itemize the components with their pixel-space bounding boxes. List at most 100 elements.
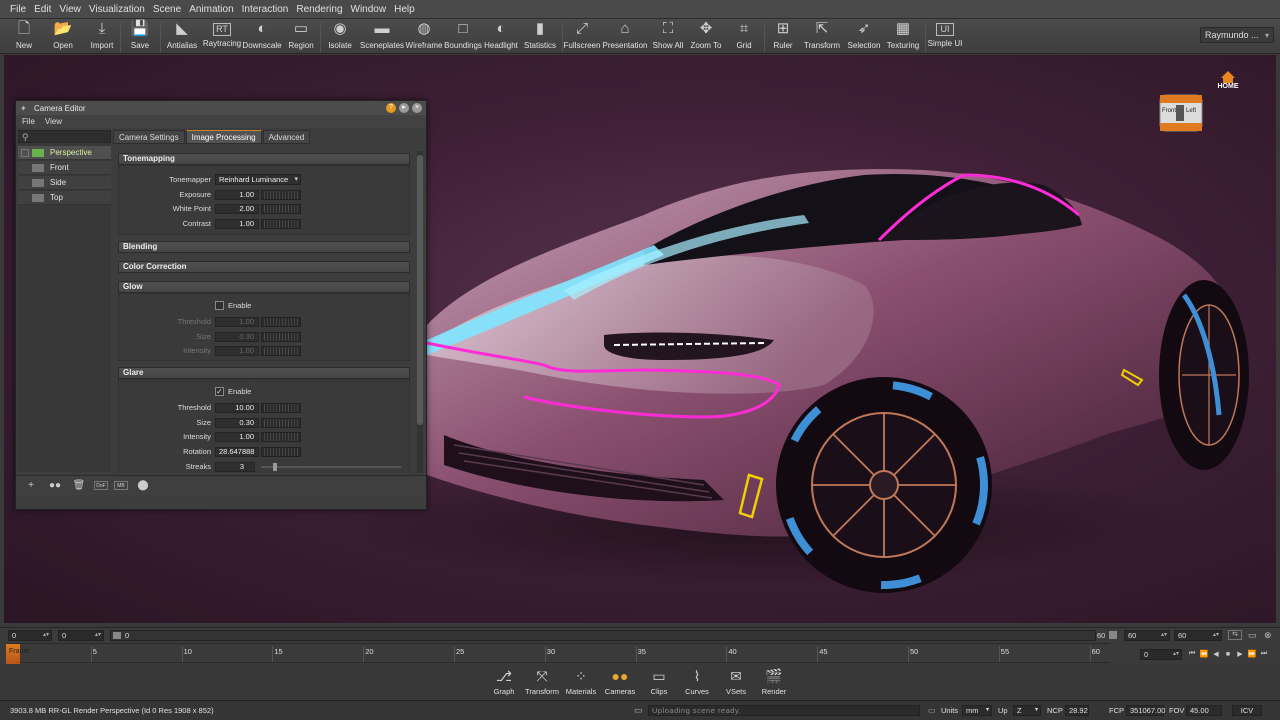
section-tonemapping[interactable]: Tonemapping bbox=[118, 153, 410, 165]
exposure-slider[interactable] bbox=[261, 190, 301, 200]
glare-threshold-field[interactable]: 10.00 bbox=[215, 403, 259, 413]
timeline-expand-icon[interactable]: ▭ bbox=[1248, 630, 1260, 640]
step-back-icon[interactable]: ⏪ bbox=[1198, 650, 1210, 658]
delete-icon[interactable]: 🗑 bbox=[70, 479, 88, 493]
step-forward-icon[interactable]: ⏩ bbox=[1246, 650, 1258, 658]
toolbar-downscale-button[interactable]: ◐ Downscale bbox=[240, 20, 284, 53]
camera-item-side[interactable]: Side bbox=[18, 176, 111, 190]
toolbar-texturing-button[interactable]: ▦ Texturing bbox=[881, 20, 925, 53]
menu-window[interactable]: Window bbox=[347, 0, 391, 19]
end-frame-spinner-a[interactable]: 60 ▴▾ bbox=[1124, 630, 1170, 641]
toolbar-grid-button[interactable]: ⌗ Grid bbox=[722, 20, 766, 53]
icv-button[interactable]: ICV bbox=[1232, 705, 1262, 716]
menu-file[interactable]: File bbox=[6, 0, 30, 19]
toolbar-statistics-button[interactable]: ▮ Statistics bbox=[518, 20, 562, 53]
home-view-button[interactable]: HOME bbox=[1214, 71, 1242, 91]
timeline-range-slider[interactable]: 0 bbox=[110, 630, 1096, 641]
menu-help[interactable]: Help bbox=[390, 0, 419, 19]
start-frame-spinner[interactable]: 0 ▴▾ bbox=[8, 630, 52, 641]
toolbar-ruler-button[interactable]: ⊞ Ruler bbox=[761, 20, 805, 53]
glare-rotation-slider[interactable] bbox=[261, 447, 301, 457]
current-frame-spinner[interactable]: 0 ▴▾ bbox=[58, 630, 104, 641]
toolbar-new-button[interactable]: 🗋 New bbox=[2, 20, 46, 53]
glow-threshold-slider[interactable] bbox=[261, 317, 301, 327]
toolbar-antialias-button[interactable]: ◣ Antialias bbox=[160, 20, 204, 53]
skip-start-icon[interactable]: ⏮ bbox=[1186, 650, 1198, 658]
contrast-slider[interactable] bbox=[261, 219, 301, 229]
toolbar-headlight-button[interactable]: ◐ Headlight bbox=[479, 20, 523, 53]
module-materials[interactable]: ⁘ Materials bbox=[561, 667, 601, 696]
module-curves[interactable]: ⌇ Curves bbox=[677, 667, 717, 696]
toolbar-simple-ui-button[interactable]: UI Simple UI bbox=[923, 20, 967, 53]
glare-streaks-handle[interactable] bbox=[273, 463, 277, 471]
playhead-frame-spinner[interactable]: 0 ▴▾ bbox=[1140, 648, 1182, 660]
camera-item-front[interactable]: Front bbox=[18, 161, 111, 175]
whitepoint-field[interactable]: 2.00 bbox=[215, 204, 259, 214]
camera-editor-titlebar[interactable]: ✦ Camera Editor ? ▸ × bbox=[16, 101, 426, 115]
menu-rendering[interactable]: Rendering bbox=[292, 0, 346, 19]
range-handle[interactable] bbox=[113, 632, 121, 639]
timeline-close-icon[interactable]: ⊗ bbox=[1264, 630, 1274, 640]
glare-rotation-field[interactable]: 28.647888 bbox=[215, 447, 259, 457]
toolbar-open-button[interactable]: 📂 Open bbox=[41, 20, 85, 53]
glare-streaks-spinner[interactable]: 3 bbox=[215, 462, 255, 472]
module-cameras[interactable]: ●● Cameras bbox=[600, 667, 640, 696]
camera-item-perspective[interactable]: Perspective bbox=[18, 146, 111, 160]
glow-enable-checkbox[interactable] bbox=[215, 301, 224, 310]
camera-search-input[interactable]: ⚲ bbox=[18, 130, 111, 143]
mb-button[interactable]: MB bbox=[114, 481, 128, 490]
toolbar-raytracing-button[interactable]: RT Raytracing bbox=[200, 20, 244, 53]
section-color-correction[interactable]: Color Correction bbox=[118, 261, 410, 273]
ce-menu-view[interactable]: View bbox=[45, 117, 72, 126]
module-graph[interactable]: ⎇ Graph bbox=[484, 667, 524, 696]
tab-image-processing[interactable]: Image Processing bbox=[185, 130, 262, 144]
fcp-field[interactable]: 351067.00 bbox=[1126, 705, 1165, 716]
scrollbar-thumb[interactable] bbox=[417, 155, 423, 425]
glow-intensity-field[interactable]: 1.00 bbox=[215, 346, 259, 356]
toolbar-fullscreen-button[interactable]: ⤢ Fullscreen bbox=[560, 20, 604, 53]
toolbar-presentation-button[interactable]: ⌂ Presentation bbox=[603, 20, 648, 53]
close-icon[interactable]: × bbox=[412, 103, 422, 113]
ncp-field[interactable]: 28.92 bbox=[1065, 705, 1089, 716]
exposure-field[interactable]: 1.00 bbox=[215, 190, 259, 200]
glow-size-field[interactable]: 0.30 bbox=[215, 332, 259, 342]
toolbar-save-button[interactable]: 💾 Save bbox=[118, 20, 162, 53]
timeline-ruler[interactable]: Frame 5 10 15 20 25 30 35 40 45 50 55 60 bbox=[6, 643, 1110, 664]
skip-end-icon[interactable]: ⏭ bbox=[1258, 650, 1270, 658]
toolbar-transform-button[interactable]: ⇱ Transform bbox=[800, 20, 844, 53]
camera-pair-icon[interactable]: ●● bbox=[46, 479, 64, 493]
glare-intensity-slider[interactable] bbox=[261, 432, 301, 442]
maximize-icon[interactable]: ▸ bbox=[399, 103, 409, 113]
glare-enable-checkbox[interactable]: ✓ bbox=[215, 387, 224, 396]
user-menu[interactable]: Raymundo ... ▾ bbox=[1200, 27, 1274, 43]
status-settings-icon[interactable]: ▭ bbox=[928, 706, 936, 715]
tab-advanced[interactable]: Advanced bbox=[262, 130, 311, 144]
whitepoint-slider[interactable] bbox=[261, 204, 301, 214]
toolbar-isolate-button[interactable]: ◉ Isolate bbox=[318, 20, 362, 53]
play-reverse-icon[interactable]: ◀ bbox=[1210, 650, 1222, 658]
toolbar-selection-button[interactable]: ➶ Selection bbox=[842, 20, 886, 53]
module-transform[interactable]: ⤧ Transform bbox=[522, 667, 562, 696]
menu-interaction[interactable]: Interaction bbox=[238, 0, 293, 19]
module-clips[interactable]: ▭ Clips bbox=[639, 667, 679, 696]
glow-size-slider[interactable] bbox=[261, 332, 301, 342]
camera-editor-scrollbar[interactable] bbox=[417, 151, 423, 473]
section-blending[interactable]: Blending bbox=[118, 241, 410, 253]
loop-toggle-icon[interactable]: ⇆ bbox=[1228, 630, 1242, 640]
glare-size-field[interactable]: 0.30 bbox=[215, 418, 259, 428]
toolbar-sceneplates-button[interactable]: ▬ Sceneplates bbox=[360, 20, 404, 53]
glare-threshold-slider[interactable] bbox=[261, 403, 301, 413]
fov-field[interactable]: 45.00 bbox=[1186, 705, 1222, 716]
menu-edit[interactable]: Edit bbox=[30, 0, 55, 19]
tab-camera-settings[interactable]: Camera Settings bbox=[113, 130, 185, 144]
units-select[interactable]: mm ▾ bbox=[962, 705, 992, 716]
ce-menu-file[interactable]: File bbox=[22, 117, 45, 126]
section-glow[interactable]: Glow bbox=[118, 281, 410, 293]
contrast-field[interactable]: 1.00 bbox=[215, 219, 259, 229]
glare-streaks-track[interactable] bbox=[261, 466, 401, 468]
menu-view[interactable]: View bbox=[55, 0, 85, 19]
module-vsets[interactable]: ✉ VSets bbox=[716, 667, 756, 696]
glare-size-slider[interactable] bbox=[261, 418, 301, 428]
dof-button[interactable]: DoF bbox=[94, 481, 108, 490]
section-glare[interactable]: Glare bbox=[118, 367, 410, 379]
